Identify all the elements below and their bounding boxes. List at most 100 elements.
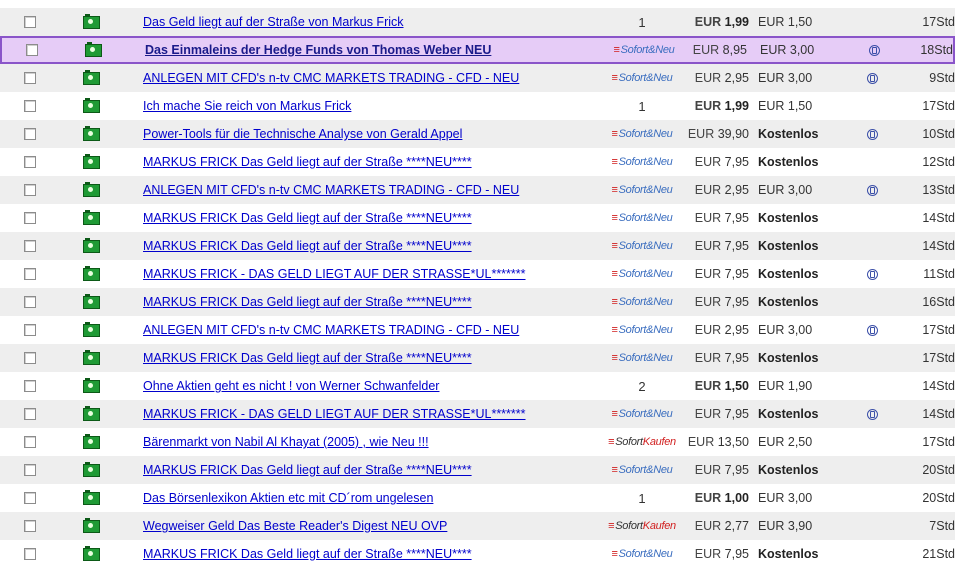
bid-count: 1 — [638, 98, 646, 114]
checkbox[interactable] — [24, 296, 36, 308]
sofort-mark: ≡ — [613, 44, 620, 56]
listing-title-link[interactable]: Bärenmarkt von Nabil Al Khayat (2005) , … — [143, 435, 429, 449]
listing-title-link[interactable]: Ich mache Sie reich von Markus Frick — [143, 99, 351, 113]
checkbox[interactable] — [24, 408, 36, 420]
listing-title-link[interactable]: MARKUS FRICK Das Geld liegt auf der Stra… — [143, 155, 472, 169]
checkbox[interactable] — [26, 44, 38, 56]
camera-icon — [83, 293, 100, 309]
bids-cell: 1 — [598, 92, 686, 120]
sofort-kaufen-badge: ≡ Sofort &Neu — [611, 548, 672, 560]
watch-checkbox-cell[interactable] — [24, 400, 36, 428]
watch-checkbox-cell[interactable] — [24, 176, 36, 204]
currency-label: EUR — [687, 127, 715, 141]
watch-checkbox-cell[interactable] — [24, 8, 36, 36]
sofort-kaufen-badge: ≡ Sofort &Neu — [611, 296, 672, 308]
watch-checkbox-cell[interactable] — [24, 232, 36, 260]
price-cell: EUR 39,90 — [688, 120, 749, 148]
listing-title-link[interactable]: ANLEGEN MIT CFD's n-tv CMC MARKETS TRADI… — [143, 183, 519, 197]
watch-checkbox-cell[interactable] — [24, 512, 36, 540]
listing-title-link[interactable]: Das Börsenlexikon Aktien etc mit CD´rom … — [143, 491, 433, 505]
watch-checkbox-cell[interactable] — [24, 372, 36, 400]
checkbox[interactable] — [24, 268, 36, 280]
listing-title-link[interactable]: ANLEGEN MIT CFD's n-tv CMC MARKETS TRADI… — [143, 71, 519, 85]
listing-title-link[interactable]: MARKUS FRICK Das Geld liegt auf der Stra… — [143, 295, 472, 309]
listing-title-link[interactable]: Das Einmaleins der Hedge Funds von Thoma… — [145, 43, 491, 57]
time-left-cell: 14Std — [922, 372, 955, 400]
checkbox[interactable] — [24, 436, 36, 448]
checkbox[interactable] — [24, 156, 36, 168]
currency-label: EUR — [694, 547, 722, 561]
watch-checkbox-cell[interactable] — [24, 148, 36, 176]
sofort-kaufen-badge: ≡ Sofort &Neu — [613, 44, 674, 56]
listing-title-link[interactable]: Ohne Aktien geht es nicht ! von Werner S… — [143, 379, 439, 393]
listing-title-link[interactable]: MARKUS FRICK Das Geld liegt auf der Stra… — [143, 239, 472, 253]
time-left: 14Std — [922, 407, 955, 421]
checkbox[interactable] — [24, 128, 36, 140]
checkbox[interactable] — [24, 72, 36, 84]
time-left-cell: 17Std — [922, 92, 955, 120]
checkbox[interactable] — [24, 548, 36, 560]
checkbox[interactable] — [24, 212, 36, 224]
listing-title-link[interactable]: Wegweiser Geld Das Beste Reader's Digest… — [143, 519, 447, 533]
sofort-kaufen-badge: ≡ Sofort &Neu — [611, 240, 672, 252]
watch-checkbox-cell[interactable] — [26, 38, 38, 62]
listing-title-link[interactable]: MARKUS FRICK Das Geld liegt auf der Stra… — [143, 351, 472, 365]
sofort-kaufen-badge: ≡ Sofort Kaufen — [608, 520, 676, 532]
checkbox[interactable] — [24, 16, 36, 28]
checkbox[interactable] — [24, 380, 36, 392]
checkbox[interactable] — [24, 240, 36, 252]
shipping-cost: EUR 3,00 — [758, 183, 813, 197]
sofort-mark: ≡ — [611, 128, 618, 140]
paypal-icon — [867, 128, 878, 140]
listing-title-link[interactable]: MARKUS FRICK Das Geld liegt auf der Stra… — [143, 211, 472, 225]
time-left: 17Std — [922, 15, 955, 29]
watch-checkbox-cell[interactable] — [24, 456, 36, 484]
checkbox[interactable] — [24, 100, 36, 112]
checkbox[interactable] — [24, 352, 36, 364]
watch-checkbox-cell[interactable] — [24, 120, 36, 148]
checkbox[interactable] — [24, 324, 36, 336]
listing-title-link[interactable]: MARKUS FRICK - DAS GELD LIEGT AUF DER ST… — [143, 407, 526, 421]
shipping-cost: EUR 1,50 — [758, 15, 813, 29]
checkbox[interactable] — [24, 184, 36, 196]
watch-checkbox-cell[interactable] — [24, 64, 36, 92]
listing-title-link[interactable]: MARKUS FRICK Das Geld liegt auf der Stra… — [143, 463, 472, 477]
watch-checkbox-cell[interactable] — [24, 344, 36, 372]
shipping-cost: Kostenlos — [758, 295, 819, 309]
time-left: 20Std — [922, 491, 955, 505]
watch-checkbox-cell[interactable] — [24, 92, 36, 120]
listing-title-link[interactable]: MARKUS FRICK - DAS GELD LIEGT AUF DER ST… — [143, 267, 526, 281]
currency-label: EUR — [694, 351, 722, 365]
listing-title-link[interactable]: MARKUS FRICK Das Geld liegt auf der Stra… — [143, 547, 472, 561]
time-left: 14Std — [922, 379, 955, 393]
price-cell: EUR 7,95 — [695, 288, 749, 316]
watch-checkbox-cell[interactable] — [24, 428, 36, 456]
table-row: Wegweiser Geld Das Beste Reader's Digest… — [0, 512, 955, 540]
watch-checkbox-cell[interactable] — [24, 288, 36, 316]
picture-cell — [83, 148, 100, 176]
shipping-cost: EUR 3,00 — [760, 43, 815, 57]
watch-checkbox-cell[interactable] — [24, 260, 36, 288]
currency-label: EUR — [694, 463, 722, 477]
watch-checkbox-cell[interactable] — [24, 540, 36, 561]
camera-icon — [83, 69, 100, 85]
watch-checkbox-cell[interactable] — [24, 484, 36, 512]
checkbox[interactable] — [24, 492, 36, 504]
paypal-icon — [867, 184, 878, 196]
watch-checkbox-cell[interactable] — [24, 316, 36, 344]
price-value: 7,95 — [724, 407, 749, 421]
price-cell: EUR 1,99 — [695, 92, 749, 120]
price-value: 1,99 — [724, 15, 749, 29]
watch-checkbox-cell[interactable] — [24, 204, 36, 232]
checkbox[interactable] — [24, 520, 36, 532]
sofort-mark: ≡ — [611, 268, 618, 280]
listing-title-link[interactable]: Das Geld liegt auf der Straße von Markus… — [143, 15, 404, 29]
sofort-suffix: &Neu — [646, 352, 673, 364]
sofort-kaufen-badge: ≡ Sofort &Neu — [611, 268, 672, 280]
checkbox[interactable] — [24, 464, 36, 476]
sofort-kaufen-badge: ≡ Sofort Kaufen — [608, 436, 676, 448]
price-cell: EUR 7,95 — [695, 456, 749, 484]
title-cell: MARKUS FRICK - DAS GELD LIEGT AUF DER ST… — [143, 400, 526, 428]
listing-title-link[interactable]: Power-Tools für die Technische Analyse v… — [143, 127, 462, 141]
listing-title-link[interactable]: ANLEGEN MIT CFD's n-tv CMC MARKETS TRADI… — [143, 323, 519, 337]
